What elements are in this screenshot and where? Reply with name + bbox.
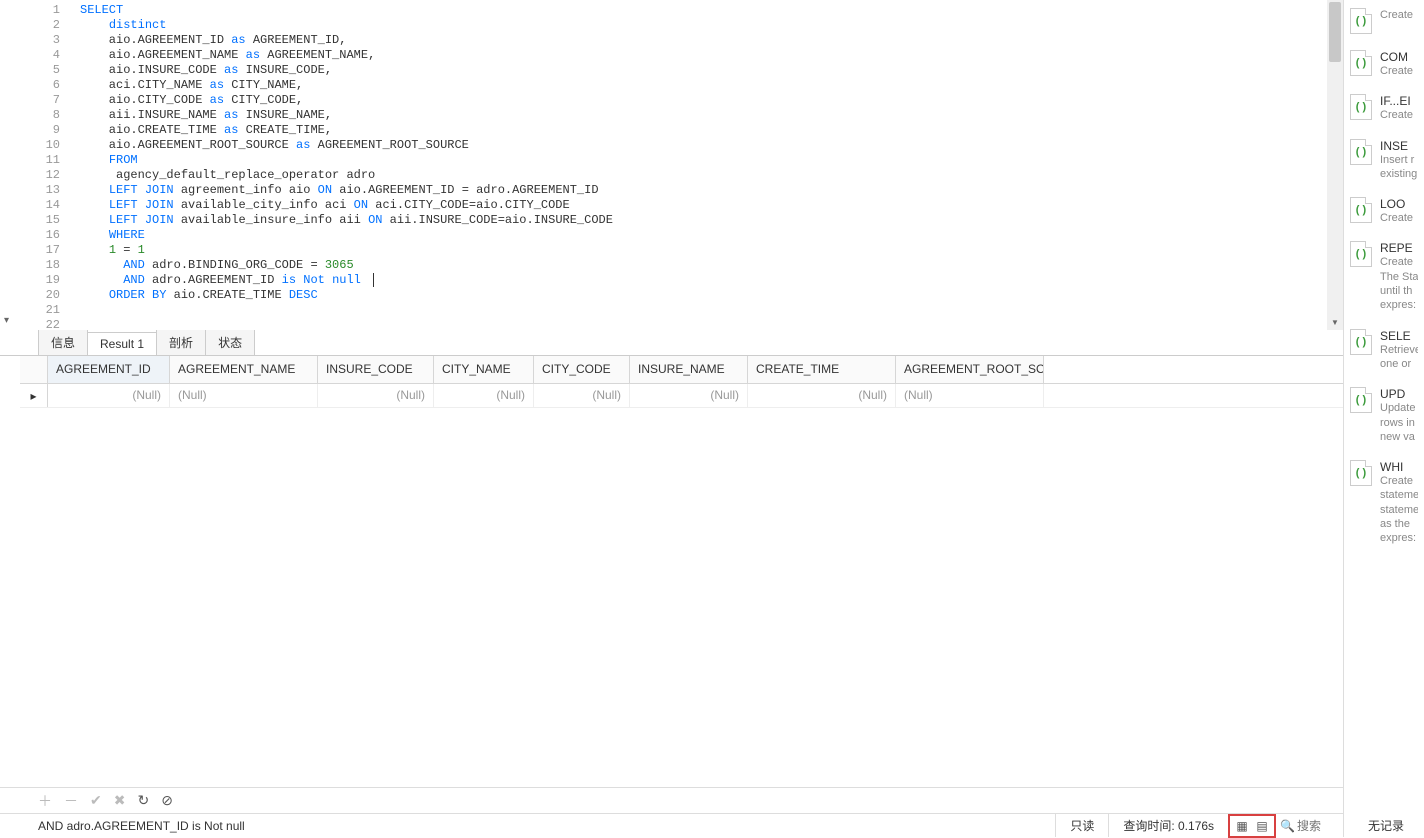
snippets-panel: ( )Create( )COMCreate( )IF...EICreate( )… xyxy=(1344,0,1424,837)
snippet-item[interactable]: ( ) UPDUpdaterows innew va xyxy=(1344,379,1424,452)
snippet-icon: ( ) xyxy=(1350,460,1372,486)
snippet-title: INSE xyxy=(1380,139,1417,153)
table-cell[interactable]: (Null) xyxy=(434,384,534,407)
scroll-down-icon[interactable]: ▼ xyxy=(1327,314,1343,330)
tab-信息[interactable]: 信息 xyxy=(38,329,88,355)
table-cell[interactable]: (Null) xyxy=(896,384,1044,407)
snippet-icon: ( ) xyxy=(1350,329,1372,355)
snippet-title: WHI xyxy=(1380,460,1418,474)
snippet-icon: ( ) xyxy=(1350,94,1372,120)
snippet-desc: Retrieveone or xyxy=(1380,343,1418,372)
tab-result-1[interactable]: Result 1 xyxy=(87,332,157,355)
view-mode-toggle: ▦ ▤ xyxy=(1228,814,1276,838)
snippet-desc: Createstatemestatemeas theexpres: xyxy=(1380,474,1418,545)
snippet-title: REPE xyxy=(1380,241,1418,255)
delete-row-button[interactable]: － xyxy=(64,791,78,811)
snippet-desc: Updaterows innew va xyxy=(1380,401,1415,444)
refresh-button[interactable]: ↻ xyxy=(137,792,149,809)
result-grid[interactable]: AGREEMENT_IDAGREEMENT_NAMEINSURE_CODECIT… xyxy=(20,356,1343,787)
table-cell[interactable]: (Null) xyxy=(748,384,896,407)
status-text: AND adro.AGREEMENT_ID is Not null xyxy=(38,819,245,833)
snippet-icon: ( ) xyxy=(1350,241,1372,267)
editor-scrollbar[interactable]: ▲ ▼ xyxy=(1327,0,1343,330)
snippet-item[interactable]: ( ) WHICreatestatemestatemeas theexpres: xyxy=(1344,452,1424,553)
code-content[interactable]: SELECT distinct aio.AGREEMENT_ID as AGRE… xyxy=(80,3,1323,303)
column-header[interactable]: AGREEMENT_NAME xyxy=(170,356,318,383)
snippet-title: SELE xyxy=(1380,329,1418,343)
table-row[interactable]: ▸(Null)(Null)(Null)(Null)(Null)(Null)(Nu… xyxy=(20,384,1343,408)
line-gutter: 12345678910111213141516171819202122 xyxy=(20,0,68,330)
scroll-thumb[interactable] xyxy=(1329,2,1341,62)
column-header[interactable]: AGREEMENT_ROOT_SOU xyxy=(896,356,1044,383)
snippet-item[interactable]: ( ) COMCreate xyxy=(1344,42,1424,86)
status-readonly: 只读 xyxy=(1055,814,1108,837)
column-header[interactable]: INSURE_NAME xyxy=(630,356,748,383)
snippet-title: IF...EI xyxy=(1380,94,1413,108)
search-input[interactable] xyxy=(1297,819,1337,833)
stop-button[interactable]: ⊘ xyxy=(161,792,173,809)
column-header[interactable]: CREATE_TIME xyxy=(748,356,896,383)
snippet-icon: ( ) xyxy=(1350,387,1372,413)
table-cell[interactable]: (Null) xyxy=(48,384,170,407)
tab-状态[interactable]: 状态 xyxy=(205,329,255,355)
snippet-desc: Create xyxy=(1380,64,1413,78)
snippet-desc: Create xyxy=(1380,8,1413,22)
snippet-title: LOO xyxy=(1380,197,1413,211)
snippet-icon: ( ) xyxy=(1350,139,1372,165)
sql-editor[interactable]: ▾ 12345678910111213141516171819202122 SE… xyxy=(0,0,1343,330)
table-cell[interactable]: (Null) xyxy=(630,384,748,407)
search-icon: 🔍 xyxy=(1280,819,1295,833)
snippet-desc: Insert rexisting xyxy=(1380,153,1417,182)
column-header[interactable]: CITY_NAME xyxy=(434,356,534,383)
form-view-button[interactable]: ▤ xyxy=(1254,818,1270,834)
tab-剖析[interactable]: 剖析 xyxy=(156,329,206,355)
status-query-time: 查询时间: 0.176s xyxy=(1108,814,1228,837)
table-cell[interactable]: (Null) xyxy=(534,384,630,407)
snippet-title: COM xyxy=(1380,50,1413,64)
status-bar: AND adro.AGREEMENT_ID is Not null 只读 查询时… xyxy=(0,813,1343,837)
snippet-title: UPD xyxy=(1380,387,1415,401)
snippet-item[interactable]: ( ) REPECreateThe Stauntil thexpres: xyxy=(1344,233,1424,320)
column-header[interactable]: CITY_CODE xyxy=(534,356,630,383)
grid-view-button[interactable]: ▦ xyxy=(1234,818,1250,834)
snippet-item[interactable]: ( ) INSEInsert rexisting xyxy=(1344,131,1424,190)
snippet-icon: ( ) xyxy=(1350,197,1372,223)
snippet-icon: ( ) xyxy=(1350,50,1372,76)
grid-toolbar: ＋ － ✔ ✖ ↻ ⊘ xyxy=(0,787,1343,813)
snippet-item[interactable]: ( ) SELERetrieveone or xyxy=(1344,321,1424,380)
column-header[interactable]: INSURE_CODE xyxy=(318,356,434,383)
snippet-icon: ( ) xyxy=(1350,8,1372,34)
snippet-item[interactable]: ( ) IF...EICreate xyxy=(1344,86,1424,130)
search-box: 🔍 xyxy=(1280,819,1337,833)
snippet-desc: CreateThe Stauntil thexpres: xyxy=(1380,255,1418,312)
column-header[interactable]: AGREEMENT_ID xyxy=(48,356,170,383)
snippet-desc: Create xyxy=(1380,108,1413,122)
snippet-item[interactable]: ( ) LOOCreate xyxy=(1344,189,1424,233)
commit-button[interactable]: ✔ xyxy=(90,792,102,809)
snippet-desc: Create xyxy=(1380,211,1413,225)
cancel-button[interactable]: ✖ xyxy=(114,792,126,809)
add-row-button[interactable]: ＋ xyxy=(38,791,52,811)
table-cell[interactable]: (Null) xyxy=(318,384,434,407)
result-tabs: 信息Result 1剖析状态 xyxy=(0,330,1343,356)
status-record: 无记录 xyxy=(1354,813,1418,837)
snippet-item[interactable]: ( ) Create xyxy=(1344,0,1424,42)
editor-collapse-icon[interactable]: ▾ xyxy=(4,315,9,326)
table-cell[interactable]: (Null) xyxy=(170,384,318,407)
